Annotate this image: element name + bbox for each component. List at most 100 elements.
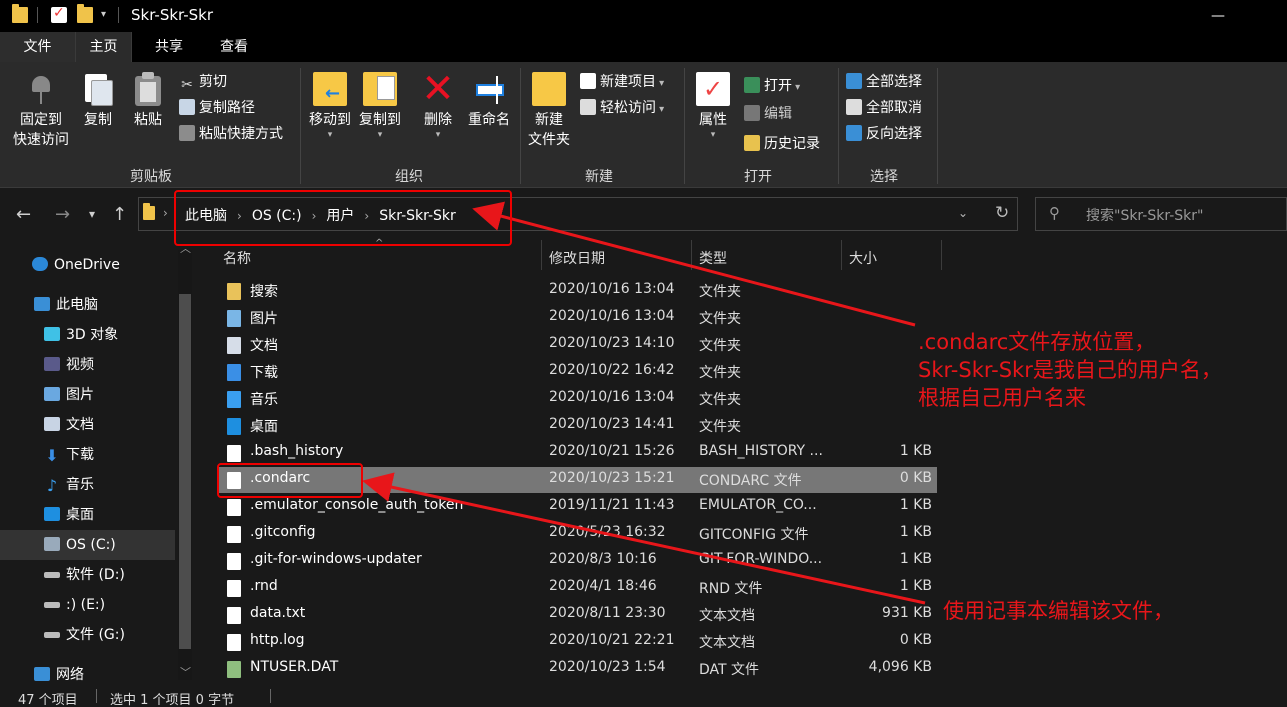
back-arrow-icon[interactable]: ← [16, 204, 31, 225]
sidebar-item-drive-d[interactable]: 软件 (D:) [44, 560, 219, 590]
file-date: 2020/8/3 10:16 [549, 551, 657, 567]
properties-button[interactable]: ✓ 属性 ▾ [692, 72, 734, 140]
new-folder-quick-icon[interactable] [77, 4, 93, 23]
tab-view[interactable]: 查看 [206, 32, 262, 62]
copy-path-button[interactable]: 复制路径 [179, 98, 255, 118]
column-divider[interactable] [841, 240, 842, 270]
delete-button[interactable]: ✕ 删除 ▾ [418, 69, 458, 140]
select-all-button[interactable]: 全部选择 [846, 72, 922, 92]
annotation-line: .condarc文件存放位置， [918, 330, 1156, 354]
easy-access-button[interactable]: 轻松访问 ▾ [580, 98, 664, 120]
tab-share[interactable]: 共享 [142, 32, 196, 62]
paste-button[interactable]: 粘贴 [129, 72, 167, 130]
rename-icon [472, 72, 506, 106]
table-row[interactable]: 图片 2020/10/16 13:04 文件夹 [217, 305, 937, 331]
table-row[interactable]: NTUSER.DAT 2020/10/23 1:54 DAT 文件 4,096 KB [217, 656, 937, 682]
dropdown-arrow-icon: ▾ [327, 130, 333, 140]
sidebar-item-3d-objects[interactable]: 3D 对象 [44, 320, 219, 350]
sidebar-scrollbar-thumb[interactable] [179, 294, 191, 649]
file-explorer-window: ✓ ▾ Skr-Skr-Skr — 文件 主页 共享 查看 固定到 快速访问 复… [0, 0, 1287, 707]
drive-c-icon [44, 537, 60, 551]
refresh-icon[interactable]: ↻ [995, 203, 1009, 223]
edit-button[interactable]: 编辑 [744, 104, 792, 124]
file-date: 2020/4/1 18:46 [549, 578, 657, 594]
annotation-line: Skr-Skr-Skr是我自己的用户名， [918, 358, 1222, 382]
table-row[interactable]: 搜索 2020/10/16 13:04 文件夹 [217, 278, 937, 304]
table-row[interactable]: http.log 2020/10/21 22:21 文本文档 0 KB [217, 629, 937, 655]
copy-to-icon [363, 72, 397, 106]
file-size: 1 KB [899, 524, 932, 540]
group-divider [300, 68, 301, 184]
column-divider[interactable] [541, 240, 542, 270]
table-row[interactable]: 桌面 2020/10/23 14:41 文件夹 [217, 413, 937, 439]
sidebar-item-downloads[interactable]: ⬇ 下载 [44, 440, 219, 470]
column-divider[interactable] [691, 240, 692, 270]
file-name: .rnd [250, 578, 278, 594]
table-row[interactable]: 下载 2020/10/22 16:42 文件夹 [217, 359, 937, 385]
file-name: .git-for-windows-updater [250, 551, 422, 567]
file-date: 2020/10/23 1:54 [549, 659, 666, 675]
column-header-size[interactable]: 大小 [849, 248, 877, 268]
pin-label-2: 快速访问 [13, 132, 69, 148]
table-row[interactable]: data.txt 2020/8/11 23:30 文本文档 931 KB [217, 602, 937, 628]
sidebar-item-documents[interactable]: 文档 [44, 410, 219, 440]
new-folder-button[interactable]: 新建 文件夹 [526, 72, 572, 150]
move-to-button[interactable]: ← 移动到 ▾ [307, 72, 353, 140]
pin-label-1: 固定到 [20, 112, 62, 128]
column-header-type[interactable]: 类型 [699, 248, 727, 268]
move-to-label: 移动到 [309, 112, 351, 128]
sidebar-item-drive-e[interactable]: :) (E:) [44, 590, 219, 620]
sidebar-item-pictures[interactable]: 图片 [44, 380, 219, 410]
cut-button[interactable]: ✂ 剪切 [179, 72, 227, 93]
scroll-down-icon[interactable]: ﹀ [180, 664, 191, 680]
address-dropdown-icon[interactable]: ⌄ [958, 206, 968, 220]
file-icon [227, 553, 241, 570]
file-type: 文件夹 [699, 338, 741, 354]
copy-to-button[interactable]: 复制到 ▾ [357, 72, 403, 140]
copy-button[interactable]: 复制 [79, 72, 117, 130]
file-type: 文件夹 [699, 311, 741, 327]
customize-toolbar-icon[interactable]: ▾ [101, 7, 117, 23]
table-row[interactable]: 音乐 2020/10/16 13:04 文件夹 [217, 386, 937, 412]
desktop-folder-icon [227, 418, 241, 435]
invert-selection-button[interactable]: 反向选择 [846, 124, 922, 144]
text-file-icon [227, 607, 241, 624]
network-icon [34, 667, 50, 681]
table-row[interactable]: .git-for-windows-updater 2020/8/3 10:16 GI… [217, 548, 937, 574]
table-row[interactable]: 文档 2020/10/23 14:10 文件夹 [217, 332, 937, 358]
file-date: 2020/10/21 15:26 [549, 443, 675, 459]
divider [118, 7, 119, 23]
tab-file[interactable]: 文件 [0, 32, 75, 62]
open-button[interactable]: 打开 ▾ [744, 76, 800, 98]
forward-arrow-icon[interactable]: → [55, 204, 70, 225]
properties-quick-icon[interactable]: ✓ [51, 5, 67, 23]
new-item-button[interactable]: 新建项目 ▾ [580, 72, 664, 94]
paste-shortcut-button[interactable]: 粘贴快捷方式 [179, 124, 283, 144]
pictures-folder-icon [227, 310, 241, 327]
pin-quick-access-button[interactable]: 固定到 快速访问 [10, 72, 72, 150]
column-header-date[interactable]: 修改日期 [549, 248, 605, 268]
sidebar-item-desktop[interactable]: 桌面 [44, 500, 219, 530]
minimize-icon[interactable]: — [1210, 8, 1226, 24]
file-name: .emulator_console_auth_token [250, 497, 464, 513]
table-row[interactable]: .gitconfig 2020/5/23 16:32 GITCONFIG 文件 1 K… [217, 521, 937, 547]
status-bar: 47 个项目 选中 1 个项目 0 字节 [0, 686, 1287, 707]
annotation-box-condarc [217, 463, 363, 498]
rename-button[interactable]: 重命名 [464, 72, 514, 130]
group-label-clipboard: 剪贴板 [130, 169, 172, 185]
recent-locations-icon[interactable]: ▾ [89, 207, 95, 221]
chevron-right-icon[interactable]: › [163, 206, 168, 220]
column-divider[interactable] [941, 240, 942, 270]
sidebar-item-drive-g[interactable]: 文件 (G:) [44, 620, 219, 650]
table-row[interactable]: .rnd 2020/4/1 18:46 RND 文件 1 KB [217, 575, 937, 601]
up-arrow-icon[interactable]: ↑ [112, 204, 127, 225]
sidebar-item-music[interactable]: ♪ 音乐 [44, 470, 219, 500]
column-header-name[interactable]: 名称 [223, 248, 251, 268]
select-none-button[interactable]: 全部取消 [846, 98, 922, 118]
file-date: 2020/10/16 13:04 [549, 281, 675, 297]
tab-home[interactable]: 主页 [75, 32, 132, 62]
sidebar-item-os-c[interactable]: OS (C:) [0, 530, 175, 560]
sidebar-item-videos[interactable]: 视频 [44, 350, 219, 380]
sidebar-item-label: 此电脑 [56, 297, 98, 313]
history-button[interactable]: 历史记录 [744, 134, 820, 154]
